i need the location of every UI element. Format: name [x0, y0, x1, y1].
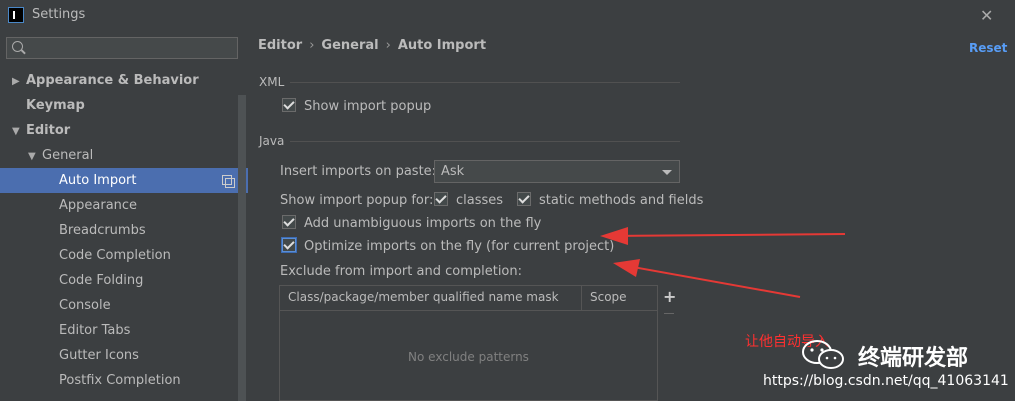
wechat-icon: [802, 340, 844, 369]
arrow-line-1: [607, 233, 846, 237]
arrow-head-1: [600, 227, 628, 245]
watermark-url: https://blog.csdn.net/qq_41063141: [763, 373, 1009, 389]
watermark-brand: 终端研发部: [858, 346, 969, 371]
arrow-head-2: [613, 259, 640, 277]
arrow-line-2: [621, 264, 801, 298]
